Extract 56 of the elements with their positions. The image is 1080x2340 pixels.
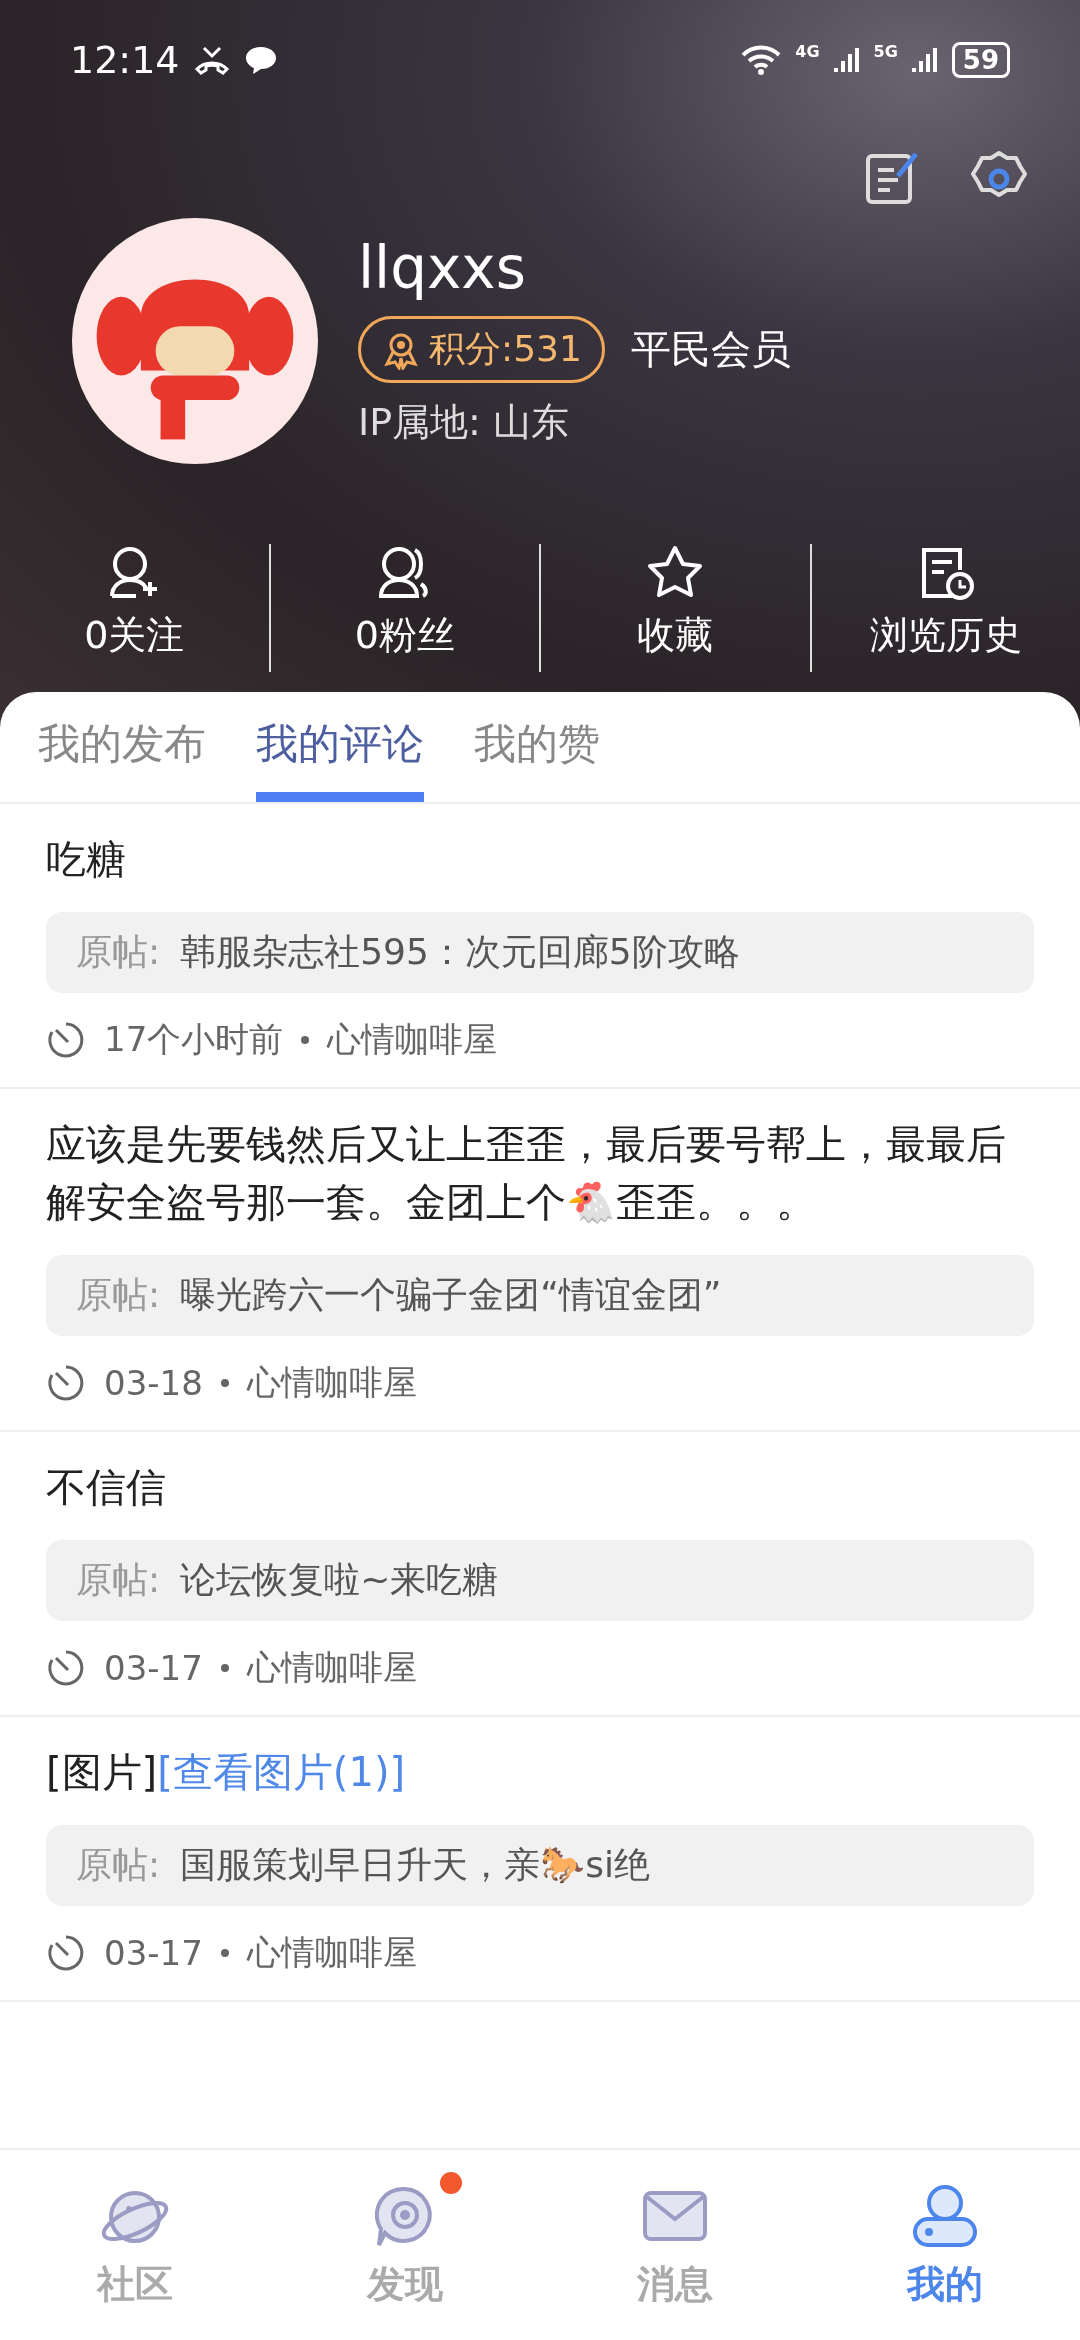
comment-time: 03-17 bbox=[104, 1648, 203, 1688]
original-post-title: 论坛恢复啦~来吃糖 bbox=[180, 1558, 499, 1602]
ip-location: IP属地: 山东 bbox=[358, 399, 570, 446]
comment-text: 应该是先要钱然后又让上歪歪，最后要号帮上，最最后解安全盗号那一套。金团上个🐔歪歪。。。 bbox=[46, 1120, 1007, 1227]
stat-button[interactable]: 0粉丝 bbox=[270, 544, 539, 672]
nav-tab[interactable]: 我的 bbox=[810, 2150, 1080, 2340]
stat-button[interactable]: 浏览历史 bbox=[811, 544, 1080, 672]
board-name: 心情咖啡屋 bbox=[246, 1361, 417, 1404]
original-post-label: 原帖: bbox=[76, 1843, 161, 1887]
clock: 12:14 bbox=[70, 38, 180, 82]
original-post-title: 韩服杂志社595：次元回廊5阶攻略 bbox=[180, 930, 740, 974]
message-icon bbox=[243, 45, 278, 75]
missed-call-icon bbox=[193, 45, 230, 75]
dot-icon bbox=[220, 1664, 229, 1672]
signal-icon bbox=[833, 48, 860, 72]
board-name: 心情咖啡屋 bbox=[246, 1931, 417, 1974]
original-post-label: 原帖: bbox=[76, 930, 161, 974]
comment-time: 03-17 bbox=[104, 1933, 203, 1973]
original-post[interactable]: 原帖: 曝光跨六一个骗子金团“情谊金团” bbox=[46, 1255, 1034, 1336]
avatar-icon bbox=[72, 218, 318, 464]
original-post-title: 曝光跨六一个骗子金团“情谊金团” bbox=[180, 1273, 722, 1317]
points-text: 积分:531 bbox=[429, 327, 582, 371]
battery-level: 59 bbox=[951, 42, 1010, 78]
timer-icon bbox=[46, 1363, 86, 1403]
dot-icon bbox=[220, 1379, 229, 1387]
stat-button[interactable]: 0关注 bbox=[0, 544, 269, 672]
original-post[interactable]: 原帖: 论坛恢复啦~来吃糖 bbox=[46, 1540, 1034, 1621]
comment-text: [图片][查看图片(1)] bbox=[46, 1748, 407, 1797]
dot-icon bbox=[220, 1949, 229, 1957]
timer-icon bbox=[46, 1020, 86, 1060]
original-post-title: 国服策划早日升天，亲🐎si绝 bbox=[180, 1843, 650, 1887]
comment-text: 不信信 bbox=[46, 1463, 167, 1512]
original-post[interactable]: 原帖: 国服策划早日升天，亲🐎si绝 bbox=[46, 1825, 1034, 1906]
original-post-label: 原帖: bbox=[76, 1558, 161, 1602]
tab[interactable]: 我的赞 bbox=[474, 692, 600, 802]
tab[interactable]: 我的发布 bbox=[38, 692, 206, 802]
network-type: 5G bbox=[873, 42, 898, 61]
edit-icon[interactable] bbox=[864, 150, 920, 206]
timer-icon bbox=[46, 1933, 86, 1973]
comment-time: 17个小时前 bbox=[104, 1018, 284, 1061]
network-type: 4G bbox=[795, 42, 820, 61]
stat-button[interactable]: 收藏 bbox=[541, 544, 810, 672]
tab[interactable]: 我的评论 bbox=[256, 692, 424, 802]
comment-time: 03-18 bbox=[104, 1363, 203, 1403]
username: llqxxs bbox=[358, 234, 527, 302]
member-level: 平民会员 bbox=[630, 325, 791, 374]
view-image-link[interactable]: [查看图片(1)] bbox=[157, 1749, 406, 1795]
original-post-label: 原帖: bbox=[76, 1273, 161, 1317]
comment-text: 吃糖 bbox=[46, 835, 127, 884]
wifi-icon bbox=[741, 44, 782, 76]
dot-icon bbox=[301, 1036, 310, 1044]
board-name: 心情咖啡屋 bbox=[327, 1018, 498, 1061]
timer-icon bbox=[46, 1648, 86, 1688]
signal-icon bbox=[911, 48, 938, 72]
original-post[interactable]: 原帖: 韩服杂志社595：次元回廊5阶攻略 bbox=[46, 912, 1034, 993]
board-name: 心情咖啡屋 bbox=[246, 1646, 417, 1689]
